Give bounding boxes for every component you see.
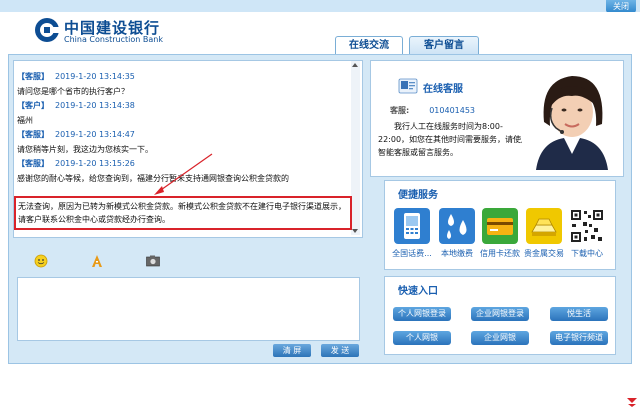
service-description: 我行人工在线服务时间为8:00-22:00，如您在其他时间需要服务，请使用智能客… xyxy=(378,122,530,157)
quick-button-corporate-banking[interactable]: 企业网银 xyxy=(471,331,529,345)
chat-scrollbar[interactable] xyxy=(351,61,360,235)
phone-icon[interactable] xyxy=(394,208,430,244)
convenient-item-label[interactable]: 下载中心 xyxy=(562,248,612,259)
qr-code-icon[interactable] xyxy=(569,208,605,244)
chat-message-header: 【客服】 2019-1-20 13:14:35 xyxy=(17,72,135,81)
water-drops-icon[interactable] xyxy=(439,208,475,244)
emoji-icon[interactable] xyxy=(33,254,49,268)
service-title: 在线客服 xyxy=(423,84,463,95)
chat-message-text-highlighted: 无法查询，原因为已转为新模式公积金贷款。新模式公积金贷款不在建行电子银行渠道展示… xyxy=(18,202,346,224)
quick-button-personal-banking[interactable]: 个人网银 xyxy=(393,331,451,345)
chat-message-header: 【客户】 2019-1-20 13:14:38 xyxy=(17,101,135,110)
quick-entrance-title: 快速入口 xyxy=(398,286,438,297)
credit-card-icon[interactable] xyxy=(482,208,518,244)
chat-message-text: 福州 xyxy=(17,116,33,125)
annotation-arrow-icon xyxy=(154,153,213,195)
convenient-item-label[interactable]: 信用卡还款 xyxy=(475,248,525,259)
message-input[interactable] xyxy=(17,277,360,341)
clear-screen-button[interactable]: 清 屏 xyxy=(273,344,311,357)
tab-online-chat[interactable]: 在线交流 xyxy=(335,36,403,55)
quick-button-yue-life[interactable]: 悦生活 xyxy=(550,307,608,321)
chat-message-text: 请您稍等片刻，我这边为您核实一下。 xyxy=(17,145,153,154)
chat-message-header: 【客服】 2019-1-20 13:15:26 xyxy=(17,159,135,168)
chat-message-header: 【客服】 2019-1-20 13:14:47 xyxy=(17,130,135,139)
ccb-logo-icon xyxy=(35,18,60,42)
screenshot-icon[interactable] xyxy=(145,254,161,268)
agent-photo-icon xyxy=(522,62,620,170)
convenient-item-label[interactable]: 全国话费... xyxy=(387,248,437,259)
watermark-logo-icon xyxy=(627,398,637,407)
tab-customer-message[interactable]: 客户留言 xyxy=(409,36,479,55)
font-icon[interactable] xyxy=(89,254,105,268)
top-bar xyxy=(0,0,640,12)
convenient-services-title: 便捷服务 xyxy=(398,190,438,201)
service-desk-icon xyxy=(398,78,418,94)
chat-message-text: 请问您是哪个省市的执行客户？ xyxy=(17,87,129,96)
quick-button-ebank-channel[interactable]: 电子银行频道 xyxy=(550,331,608,345)
send-button[interactable]: 发 送 xyxy=(321,344,359,357)
quick-button-personal-login[interactable]: 个人网银登录 xyxy=(393,307,451,321)
brand-name-en: China Construction Bank xyxy=(64,35,163,44)
agent-id: 客服: 010401453 xyxy=(390,106,476,115)
gold-bars-icon[interactable] xyxy=(526,208,562,244)
quick-button-corporate-login[interactable]: 企业网银登录 xyxy=(471,307,529,321)
